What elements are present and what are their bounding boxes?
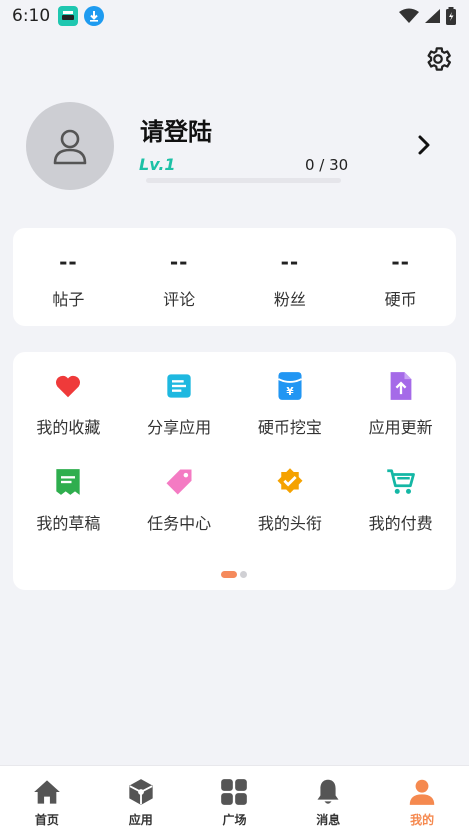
wifi-icon (399, 8, 419, 23)
avatar[interactable] (26, 102, 114, 190)
menu-item-favorites[interactable]: 我的收藏 (13, 370, 124, 438)
verified-badge-icon (277, 468, 303, 494)
chevron-right-icon[interactable] (412, 132, 436, 158)
menu-item-label: 我的头衔 (257, 514, 322, 533)
menu-card: 我的收藏 分享应用 ¥ 硬币挖宝 应用更新 我的草稿 任务中心 我的头衔 我的付… (13, 352, 456, 590)
heart-icon (56, 375, 81, 398)
page-indicator (221, 571, 247, 578)
battery-icon (446, 7, 456, 25)
cart-icon (386, 469, 415, 494)
stat-label: 粉丝 (273, 290, 306, 309)
file-upload-icon (390, 372, 412, 400)
stat-posts[interactable]: -- 帖子 (13, 228, 124, 326)
draft-icon (56, 469, 81, 495)
person-icon (409, 779, 435, 805)
page-dot-active (221, 571, 237, 578)
menu-item-drafts[interactable]: 我的草稿 (13, 466, 124, 534)
bottom-nav: 首页 应用 广场 消息 我的 (0, 765, 469, 834)
document-icon (167, 374, 191, 398)
tab-mine[interactable]: 我的 (375, 766, 469, 834)
stat-comments[interactable]: -- 评论 (124, 228, 235, 326)
menu-item-label: 我的收藏 (36, 418, 101, 437)
notification-app-icon (58, 6, 79, 26)
download-notification-icon (84, 6, 105, 26)
stat-followers[interactable]: -- 粉丝 (235, 228, 346, 326)
menu-item-share-app[interactable]: 分享应用 (124, 370, 235, 438)
profile-header[interactable]: 请登陆 Lv.1 0 / 30 (0, 100, 469, 195)
stats-card: -- 帖子 -- 评论 -- 粉丝 -- 硬币 (13, 228, 456, 326)
grid-icon (221, 779, 248, 805)
stat-value: -- (391, 250, 410, 274)
level-progress-bar (146, 178, 341, 183)
tab-label: 应用 (128, 813, 153, 827)
status-bar: 6:10 (0, 0, 469, 32)
tab-square[interactable]: 广场 (188, 766, 282, 834)
tab-home[interactable]: 首页 (0, 766, 94, 834)
user-placeholder-icon (53, 129, 87, 165)
tab-label: 广场 (222, 813, 247, 827)
menu-item-label: 硬币挖宝 (257, 418, 322, 437)
stat-value: -- (169, 250, 189, 274)
stat-value: -- (280, 250, 300, 274)
cube-icon (129, 779, 153, 805)
gear-icon (427, 47, 451, 71)
settings-button[interactable] (423, 44, 453, 74)
menu-item-coin-treasure[interactable]: ¥ 硬币挖宝 (235, 370, 346, 438)
stat-label: 帖子 (52, 290, 85, 309)
menu-item-titles[interactable]: 我的头衔 (235, 466, 346, 534)
signal-icon (425, 9, 440, 23)
menu-item-task-center[interactable]: 任务中心 (124, 466, 235, 534)
menu-item-label: 我的付费 (368, 514, 433, 533)
menu-item-label: 应用更新 (368, 418, 433, 437)
username[interactable]: 请登陆 (140, 112, 212, 147)
tab-label: 消息 (316, 813, 341, 827)
menu-item-label: 分享应用 (147, 418, 212, 437)
coin-envelope-icon: ¥ (277, 372, 302, 400)
menu-item-label: 我的草稿 (36, 514, 101, 533)
tab-apps[interactable]: 应用 (94, 766, 188, 834)
stat-label: 硬币 (384, 290, 417, 309)
tab-label: 我的 (410, 813, 435, 827)
bell-icon (317, 779, 339, 804)
stat-label: 评论 (163, 290, 196, 309)
svg-text:¥: ¥ (286, 386, 294, 398)
tag-icon (166, 469, 192, 495)
status-time: 6:10 (12, 6, 51, 26)
menu-item-app-updates[interactable]: 应用更新 (345, 370, 456, 438)
menu-item-label: 任务中心 (147, 514, 212, 533)
menu-item-payments[interactable]: 我的付费 (345, 466, 456, 534)
home-icon (34, 780, 60, 804)
stat-coins[interactable]: -- 硬币 (345, 228, 456, 326)
level-badge: Lv.1 (139, 155, 176, 174)
level-progress-text: 0 / 30 (305, 156, 349, 174)
tab-label: 首页 (34, 813, 59, 827)
stat-value: -- (59, 250, 78, 274)
page-dot (240, 571, 247, 578)
tab-messages[interactable]: 消息 (281, 766, 375, 834)
